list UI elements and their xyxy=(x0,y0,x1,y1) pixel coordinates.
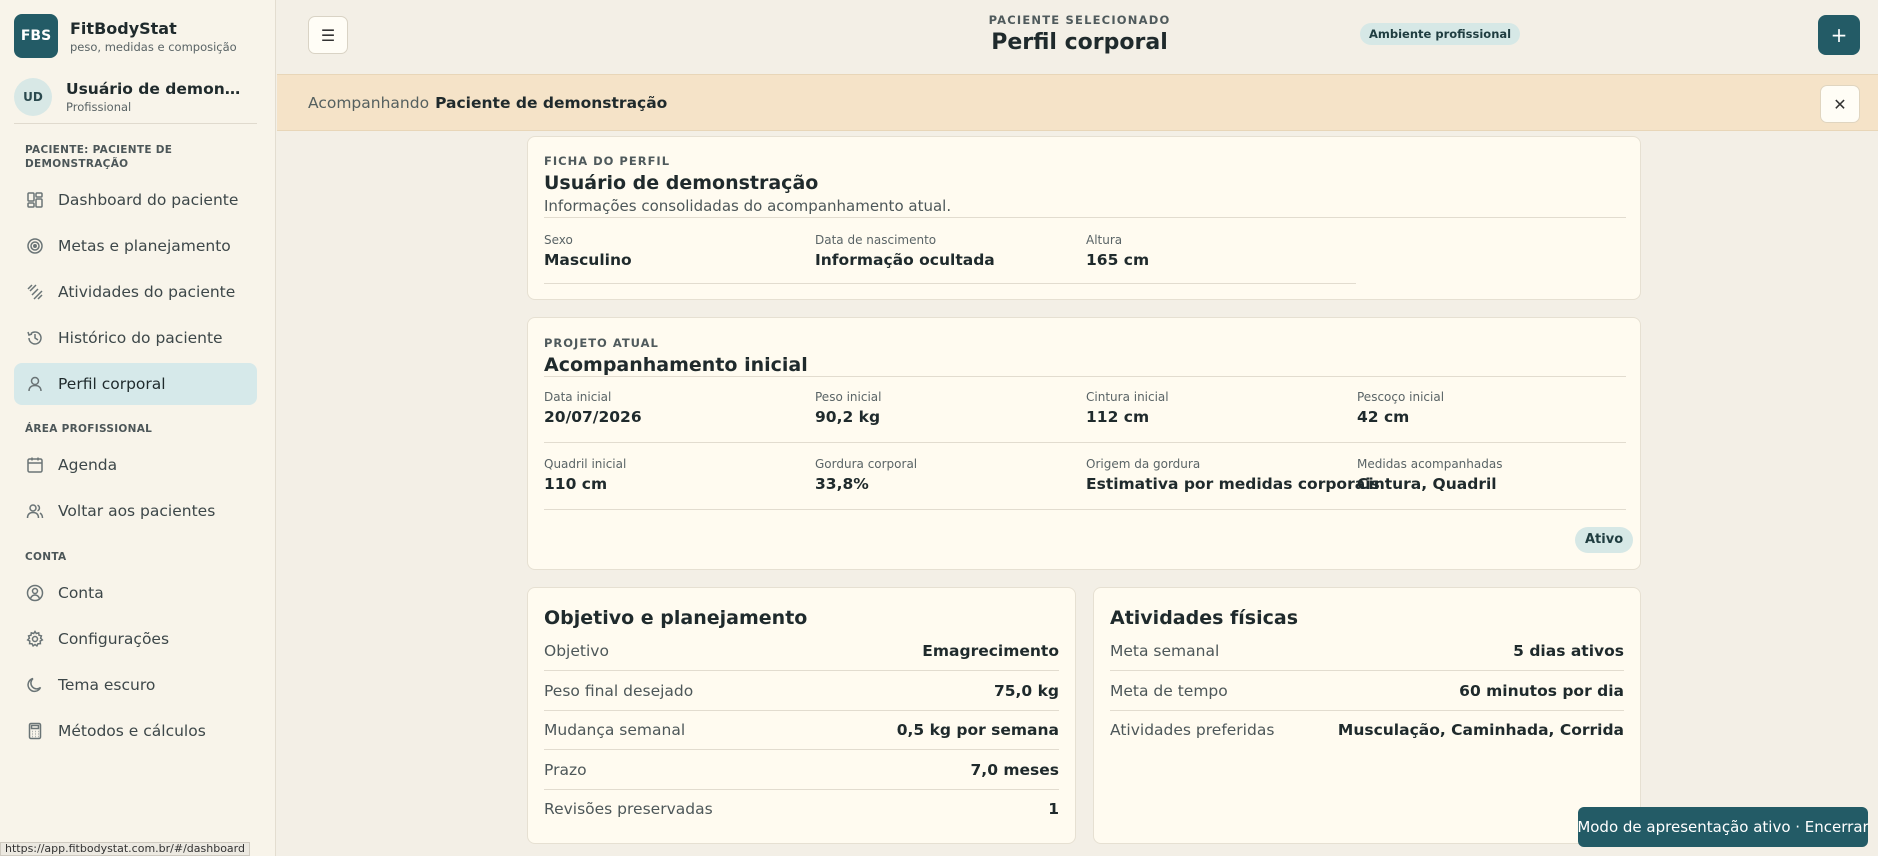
profile-kicker: FICHA DO PERFIL xyxy=(544,154,671,168)
page-title: Perfil corporal xyxy=(991,30,1168,55)
sidebar-item-agenda[interactable]: Agenda xyxy=(14,444,257,486)
sidebar-item-label: Atividades do paciente xyxy=(58,283,236,301)
brand-name: FitBodyStat xyxy=(70,18,177,38)
environment-badge: Ambiente profissional xyxy=(1360,23,1521,45)
avatar: UD xyxy=(14,77,52,116)
field-start-neck: Pescoço inicial 42 cm xyxy=(1357,390,1445,426)
sidebar: FBS FitBodyStat peso, medidas e composiç… xyxy=(0,0,276,856)
sidebar-item-label: Agenda xyxy=(58,456,118,474)
sidebar-item-history[interactable]: Histórico do paciente xyxy=(14,317,257,359)
field-fat-origin: Origem da gordura Estimativa por medidas… xyxy=(1086,457,1380,493)
activity-title: Atividades físicas xyxy=(1110,607,1299,629)
sidebar-item-body-profile[interactable]: Perfil corporal xyxy=(14,363,257,405)
sidebar-item-label: Perfil corporal xyxy=(58,375,166,393)
person-icon xyxy=(26,375,44,393)
field-start-weight: Peso inicial 90,2 kg xyxy=(815,390,882,426)
sidebar-item-back-patients[interactable]: Voltar aos pacientes xyxy=(14,490,257,532)
goal-row-revisions: Revisões preservadas 1 xyxy=(544,800,1059,818)
header-kicker: PACIENTE SELECIONADO xyxy=(988,13,1171,27)
field-start-hip: Quadril inicial 110 cm xyxy=(544,457,627,493)
target-icon xyxy=(26,237,44,255)
history-icon xyxy=(26,329,44,347)
project-kicker: PROJETO ATUAL xyxy=(544,336,659,350)
profile-description: Informações consolidadas do acompanhamen… xyxy=(544,197,952,215)
field-tracked-measures: Medidas acompanhadas Cintura, Quadril xyxy=(1357,457,1503,493)
activity-card: Atividades físicas Meta semanal 5 dias a… xyxy=(1093,587,1641,844)
field-birthdate: Data de nascimento Informação ocultada xyxy=(815,233,995,269)
users-icon xyxy=(26,502,44,520)
banner-prefix: Acompanhando xyxy=(308,94,430,112)
menu-button[interactable]: ☰ xyxy=(308,16,348,54)
section-label-pro: ÁREA PROFISSIONAL xyxy=(25,423,153,435)
sidebar-item-label: Métodos e cálculos xyxy=(58,722,206,740)
moon-icon xyxy=(26,676,44,694)
sidebar-item-label: Histórico do paciente xyxy=(58,329,223,347)
sidebar-item-label: Metas e planejamento xyxy=(58,237,231,255)
goal-title: Objetivo e planejamento xyxy=(544,607,808,629)
field-start-date: Data inicial 20/07/2026 xyxy=(544,390,642,426)
section-label-account: CONTA xyxy=(25,551,67,563)
calculator-icon xyxy=(26,722,44,740)
sidebar-item-methods[interactable]: Métodos e cálculos xyxy=(14,710,257,752)
status-url: https://app.fitbodystat.com.br/#/dashboa… xyxy=(0,842,250,856)
brand-subtitle: peso, medidas e composição xyxy=(70,39,237,54)
user-name: Usuário de demonstração xyxy=(66,79,249,98)
project-title: Acompanhamento inicial xyxy=(544,354,808,376)
field-start-waist: Cintura inicial 112 cm xyxy=(1086,390,1169,426)
activity-icon xyxy=(26,283,44,301)
section-label-patient: PACIENTE: PACIENTE DE DEMONSTRAÇÃO xyxy=(25,144,173,170)
field-sex: Sexo Masculino xyxy=(544,233,632,269)
brand-logo: FBS xyxy=(14,14,58,58)
goal-row-objective: Objetivo Emagrecimento xyxy=(544,631,1059,671)
activity-row-weekly-goal: Meta semanal 5 dias ativos xyxy=(1110,631,1624,671)
top-header: ☰ PACIENTE SELECIONADO Perfil corporal A… xyxy=(277,0,1878,74)
calendar-icon xyxy=(26,456,44,474)
user-profile[interactable]: UD Usuário de demonstração Profissional xyxy=(14,76,257,124)
goal-row-deadline: Prazo 7,0 meses xyxy=(544,750,1059,790)
sidebar-item-label: Voltar aos pacientes xyxy=(58,502,216,520)
goal-row-target-weight: Peso final desejado 75,0 kg xyxy=(544,671,1059,711)
field-height: Altura 165 cm xyxy=(1086,233,1150,269)
close-banner-button[interactable]: ✕ xyxy=(1820,85,1860,123)
sidebar-item-label: Tema escuro xyxy=(58,676,156,694)
user-role: Profissional xyxy=(66,99,132,114)
sidebar-item-account[interactable]: Conta xyxy=(14,572,257,614)
sidebar-item-settings[interactable]: Configurações xyxy=(14,618,257,660)
brand[interactable]: FBS FitBodyStat peso, medidas e composiç… xyxy=(14,14,237,58)
project-card: PROJETO ATUAL Acompanhamento inicial Dat… xyxy=(527,317,1641,570)
goal-row-weekly-change: Mudança semanal 0,5 kg por semana xyxy=(544,710,1059,750)
sidebar-item-activities[interactable]: Atividades do paciente xyxy=(14,271,257,313)
sidebar-item-goals[interactable]: Metas e planejamento xyxy=(14,225,257,267)
profile-card: FICHA DO PERFIL Usuário de demonstração … xyxy=(527,136,1641,300)
profile-title: Usuário de demonstração xyxy=(544,172,819,194)
dashboard-icon xyxy=(26,191,44,209)
add-button[interactable]: + xyxy=(1818,15,1860,55)
gear-icon xyxy=(26,630,44,648)
status-badge: Ativo xyxy=(1575,527,1634,553)
activity-row-time-goal: Meta de tempo 60 minutos por dia xyxy=(1110,671,1624,711)
banner-patient-name: Paciente de demonstração xyxy=(435,94,668,112)
sidebar-item-label: Conta xyxy=(58,584,104,602)
activity-row-preferred: Atividades preferidas Musculação, Caminh… xyxy=(1110,721,1624,739)
sidebar-item-label: Configurações xyxy=(58,630,170,648)
sidebar-item-dark-theme[interactable]: Tema escuro xyxy=(14,664,257,706)
account-icon xyxy=(26,584,44,602)
field-body-fat: Gordura corporal 33,8% xyxy=(815,457,918,493)
patient-banner: Acompanhando Paciente de demonstração ✕ xyxy=(277,74,1878,131)
goal-card: Objetivo e planejamento Objetivo Emagrec… xyxy=(527,587,1076,844)
presentation-mode-button[interactable]: Modo de apresentação ativo · Encerrar xyxy=(1577,807,1869,847)
sidebar-item-label: Dashboard do paciente xyxy=(58,191,239,209)
sidebar-item-dashboard[interactable]: Dashboard do paciente xyxy=(14,179,257,221)
